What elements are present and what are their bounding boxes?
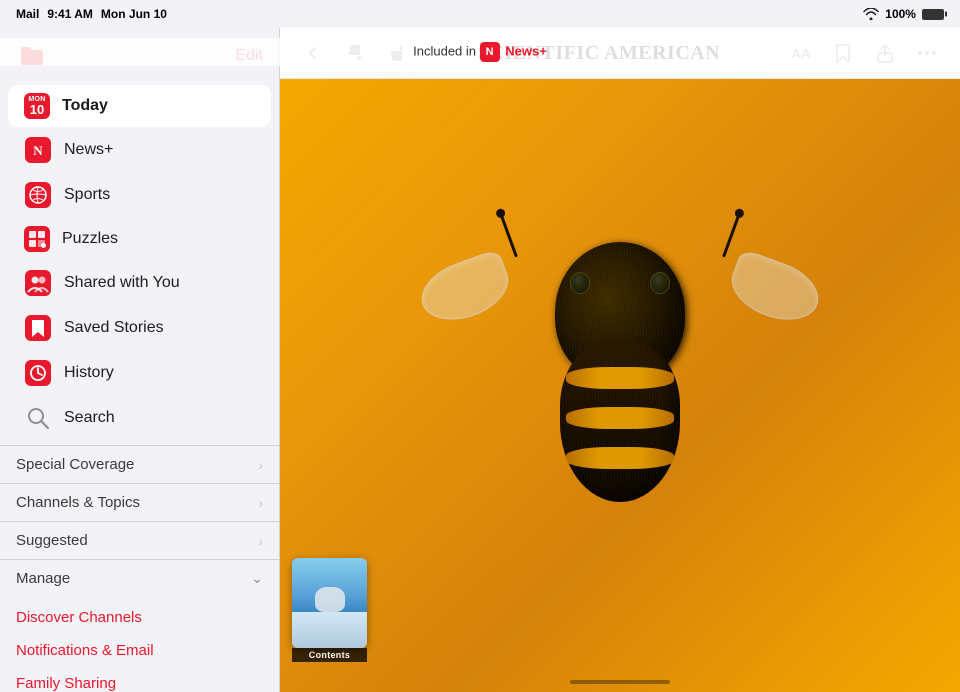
- eye-left: [570, 272, 590, 294]
- status-time: 9:41 AM: [47, 7, 93, 21]
- svg-text:N: N: [33, 143, 43, 158]
- chevron-right-icon: ›: [258, 457, 263, 473]
- status-app: Mail: [16, 7, 39, 21]
- history-label: History: [64, 364, 114, 382]
- today-label: Today: [62, 97, 108, 115]
- puzzles-label: Puzzles: [62, 230, 118, 248]
- included-text: Included in: [413, 43, 476, 58]
- battery-percent: 100%: [885, 7, 916, 21]
- shared-label: Shared with You: [64, 274, 180, 292]
- battery-icon: [922, 9, 944, 20]
- bee-abdomen: [560, 342, 680, 502]
- sidebar-item-search[interactable]: Search: [8, 396, 271, 440]
- chevron-down-icon: ⌄: [251, 570, 263, 587]
- suggested-item[interactable]: Suggested ›: [0, 521, 279, 559]
- thumbnail-image: [292, 558, 367, 648]
- antenna-left: [500, 214, 518, 257]
- section-items: Special Coverage › Channels & Topics › S…: [0, 445, 279, 559]
- chevron-right-icon-2: ›: [258, 495, 263, 511]
- history-icon: [24, 359, 52, 387]
- sidebar-item-sports[interactable]: Sports: [8, 173, 271, 217]
- saved-label: Saved Stories: [64, 319, 164, 337]
- antenna-right: [722, 214, 740, 257]
- saved-icon: [24, 314, 52, 342]
- wing-left: [413, 248, 516, 330]
- bee-container: Contents: [280, 79, 960, 692]
- puzzles-icon: [24, 226, 50, 252]
- shared-icon: [24, 269, 52, 297]
- sidebar: Edit MON 10 Today N: [0, 28, 280, 692]
- manage-section: Manage ⌄ Discover Channels Notifications…: [0, 559, 279, 692]
- sidebar-item-saved[interactable]: Saved Stories: [8, 306, 271, 350]
- app-container: Edit MON 10 Today N: [0, 28, 960, 692]
- sidebar-item-history[interactable]: History: [8, 351, 271, 395]
- scroll-indicator: [570, 680, 670, 684]
- status-bar: Mail 9:41 AM Mon Jun 10 100%: [0, 0, 960, 28]
- manage-header[interactable]: Manage ⌄: [0, 560, 279, 597]
- manage-label: Manage: [16, 570, 70, 587]
- newsplus-icon: N: [24, 136, 52, 164]
- thumbnail-label: Contents: [292, 648, 367, 662]
- sports-icon: [24, 181, 52, 209]
- article-image: Contents: [280, 79, 960, 692]
- newsplus-badge: Included in N News+: [280, 38, 960, 66]
- content-area: SCIENTIFIC AMERICAN AA: [280, 28, 960, 692]
- manage-items: Discover Channels Notifications & Email …: [0, 597, 279, 692]
- suggested-label: Suggested: [16, 532, 88, 549]
- bee-body: [490, 242, 750, 562]
- status-date: Mon Jun 10: [101, 7, 167, 21]
- today-icon: MON 10: [24, 93, 50, 119]
- newsplus-badge-label: News+: [505, 43, 547, 58]
- sidebar-item-shared[interactable]: Shared with You: [8, 261, 271, 305]
- wifi-icon: [863, 8, 879, 20]
- channels-topics-item[interactable]: Channels & Topics ›: [0, 483, 279, 521]
- channels-topics-label: Channels & Topics: [16, 494, 140, 511]
- thumbnail-container[interactable]: Contents: [292, 558, 367, 662]
- newsplus-badge-icon: N: [480, 42, 500, 62]
- family-sharing-item[interactable]: Family Sharing: [0, 667, 279, 692]
- chevron-right-icon-3: ›: [258, 533, 263, 549]
- sidebar-item-newsplus[interactable]: N News+: [8, 128, 271, 172]
- sports-label: Sports: [64, 186, 110, 204]
- eye-right: [650, 272, 670, 294]
- sidebar-item-today[interactable]: MON 10 Today: [8, 85, 271, 127]
- newsplus-label: News+: [64, 141, 113, 159]
- notifications-email-item[interactable]: Notifications & Email: [0, 634, 279, 667]
- special-coverage-item[interactable]: Special Coverage ›: [0, 445, 279, 483]
- discover-channels-item[interactable]: Discover Channels: [0, 601, 279, 634]
- sidebar-item-puzzles[interactable]: Puzzles: [8, 218, 271, 260]
- wing-right: [723, 248, 826, 330]
- search-label: Search: [64, 409, 115, 427]
- nav-section: MON 10 Today N News+: [0, 80, 279, 445]
- special-coverage-label: Special Coverage: [16, 456, 134, 473]
- search-icon: [24, 404, 52, 432]
